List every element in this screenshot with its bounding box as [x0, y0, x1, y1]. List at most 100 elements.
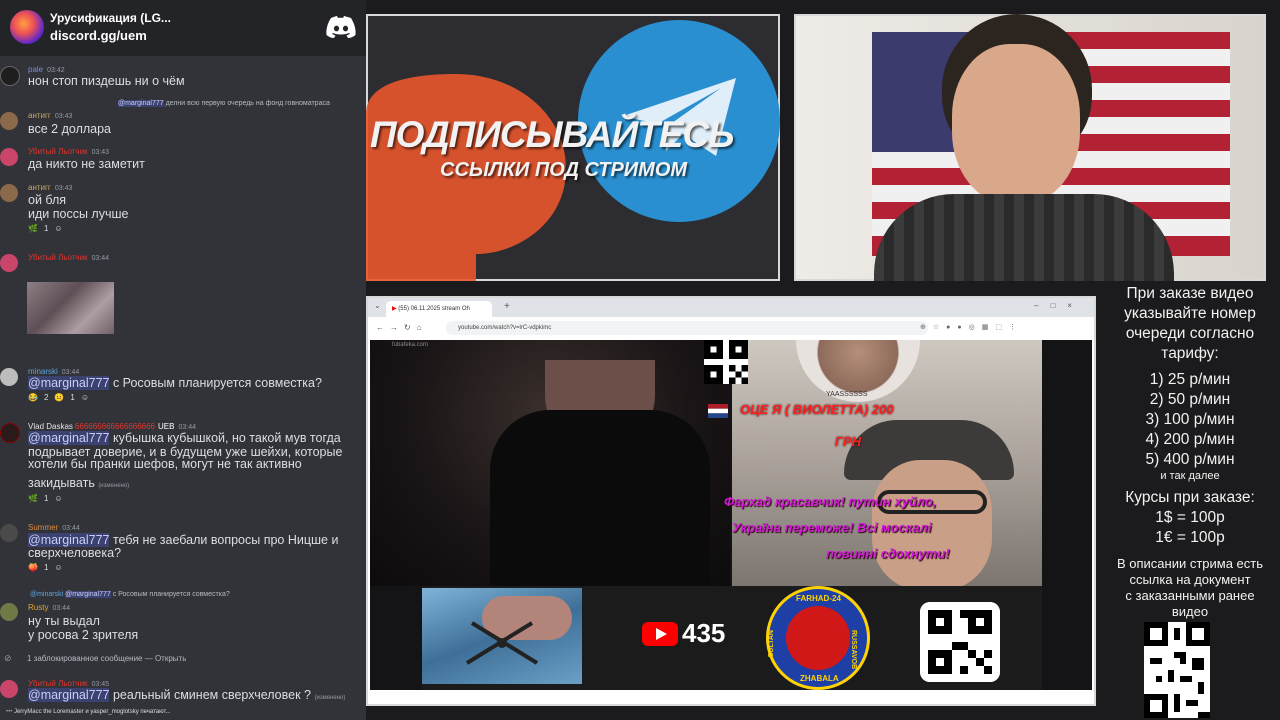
username[interactable]: minarski [28, 367, 58, 376]
reaction-emoji-icon[interactable]: 🌿 [28, 494, 38, 503]
message-body: тебя не заебали вопросы про Ницше и [109, 533, 339, 547]
tariff-1: 1) 25 р/мин [1149, 371, 1231, 388]
donation-message-line-1: Фархад красавчик! путин хуйло, [724, 494, 937, 509]
reply-mention[interactable]: @marginal777 [65, 591, 111, 598]
message-line-3: хотели бы пранки шефов, могут не так акт… [28, 457, 302, 471]
avatar[interactable] [0, 603, 18, 621]
message-line-1: ой бля [28, 193, 67, 207]
new-tab-button[interactable]: + [504, 301, 510, 312]
logo-text-right: RUSSAVOB [850, 630, 857, 670]
mention[interactable]: @marginal777 [28, 533, 110, 547]
video-player[interactable]: fubafeka.com YAASSSSSS ОЦЕ Я ( ВИОЛЕТТА)… [370, 340, 1092, 690]
blocked-text[interactable]: 1 заблокированное сообщение — Открыть [27, 654, 186, 663]
reply-preview[interactable]: @marginal777 делни всю первую очередь на… [118, 100, 330, 107]
discord-chat-panel: Урусификация (LG... discord.gg/uem pale 0… [0, 0, 366, 720]
server-icon[interactable] [10, 10, 44, 44]
mention[interactable]: @marginal777 [28, 431, 110, 445]
rate-eur: 1€ = 100р [1155, 529, 1225, 546]
tariff-4: 4) 200 р/мин [1145, 431, 1235, 448]
tariff-more: и так далее [1160, 470, 1220, 482]
reaction-bar[interactable]: 🌿 1 ☺ [28, 494, 69, 503]
streamer-webcam [794, 14, 1266, 281]
message-line-2: сверхчеловека? [28, 546, 122, 560]
avatar[interactable] [0, 368, 18, 386]
mention[interactable]: @marginal777 [28, 376, 110, 390]
timestamp: 03:44 [62, 525, 80, 532]
reply-user[interactable]: @minarski [30, 591, 63, 598]
username[interactable]: антигг [28, 111, 51, 120]
url-field[interactable]: youtube.com/watch?v=lrC-vdpkimc [446, 321, 928, 335]
qr-code-cat-icon [920, 602, 1000, 682]
youtube-viewer-count: 435 [682, 618, 726, 648]
navigation-icons[interactable]: ←→↻⌂ [376, 323, 428, 332]
scissors-icon [465, 621, 539, 665]
avatar[interactable] [0, 423, 20, 443]
username-suffix: 666666666666666666 [74, 422, 156, 431]
reply-text: с Росовым планируется совместка? [112, 591, 230, 598]
avatar[interactable] [0, 524, 18, 542]
message-line-1: @marginal777 кубышка кубышкой, но такой … [28, 431, 341, 445]
browser-tab[interactable]: ▶ (55) 06.11.2025 stream Oh × [386, 301, 492, 317]
tab-strip: ⌄ ▶ (55) 06.11.2025 stream Oh × + –□× [368, 298, 1094, 317]
timestamp: 03:45 [91, 681, 110, 688]
reaction-count: 2 [43, 393, 49, 402]
typing-dots-icon: ••• [6, 709, 14, 715]
info-intro-3: очереди согласно [1125, 325, 1255, 342]
add-reaction-icon[interactable]: ☺ [54, 494, 62, 503]
timestamp: 03:44 [61, 369, 80, 376]
person-shirt [874, 194, 1174, 281]
user-badge: UEB [158, 422, 175, 431]
reaction-bar[interactable]: 🍑 1 ☺ [28, 563, 69, 572]
window-controls[interactable]: –□× [1034, 301, 1084, 310]
mention[interactable]: @marginal777 [28, 688, 110, 702]
username[interactable]: Vlad Daskas [28, 422, 73, 431]
reaction-emoji-icon[interactable]: 🌿 [28, 224, 38, 233]
username[interactable]: Summer [28, 523, 58, 532]
server-header[interactable]: Урусификация (LG... discord.gg/uem [0, 0, 366, 56]
logo-face-icon [786, 606, 850, 670]
avatar[interactable] [0, 680, 18, 698]
reaction-emoji-icon[interactable]: 😐 [54, 393, 64, 402]
avatar[interactable] [0, 112, 18, 130]
add-reaction-icon[interactable]: ☺ [54, 563, 62, 572]
username[interactable]: Убитый Льотчик [28, 147, 88, 156]
username[interactable]: Убитый Льотчик [28, 679, 88, 688]
reaction-bar[interactable]: 🌿 1 ☺ [28, 224, 69, 233]
username[interactable]: антигг [28, 183, 51, 192]
server-invite-link[interactable]: discord.gg/uem [50, 28, 147, 43]
add-reaction-icon[interactable]: ☺ [54, 224, 62, 233]
video-left-feed: fubafeka.com [370, 340, 730, 590]
message-body: кубышка кубышкой, но такой мув тогда [109, 431, 341, 445]
image-attachment[interactable] [27, 282, 114, 334]
extension-icons[interactable]: ⊕☆●●◎▦⬚⋮ [920, 323, 1023, 331]
message-line-1: ну ты выдал [28, 614, 100, 628]
reaction-count: 1 [43, 224, 49, 233]
reply-preview[interactable]: @minarski @marginal777 с Росовым планиру… [30, 591, 230, 598]
reaction-emoji-icon[interactable]: 😂 [28, 393, 38, 402]
message-text: все 2 доллара [28, 122, 112, 136]
avatar[interactable] [0, 184, 18, 202]
username[interactable]: pale [28, 65, 43, 74]
username[interactable]: Убитый Льотчик [28, 253, 88, 262]
qr-code-icon [704, 340, 748, 384]
reply-mention[interactable]: @marginal777 [118, 100, 164, 107]
add-reaction-icon[interactable]: ☺ [81, 393, 89, 402]
avatar[interactable] [0, 66, 20, 86]
avatar[interactable] [0, 148, 18, 166]
logo-text-top: FARHAD-24 [796, 594, 841, 603]
farhad-logo-badge: FARHAD-24 SULTAN RUSSAVOB ZHABALA [766, 586, 870, 690]
reaction-emoji-icon[interactable]: 🍑 [28, 563, 38, 572]
reply-text: делни всю первую очередь на фонд говнома… [165, 100, 330, 107]
reaction-bar[interactable]: 😂 2 😐 1 ☺ [28, 393, 95, 402]
message-line-2: у росова 2 зрителя [28, 628, 139, 642]
username[interactable]: Rusty [28, 603, 48, 612]
donation-message-line-3: повинні сдохнути! [826, 546, 950, 561]
message-line-1: @marginal777 тебя не заебали вопросы про… [28, 533, 338, 547]
tab-search-icon[interactable]: ⌄ [374, 301, 381, 310]
info-intro-2: указывайте номер [1124, 305, 1256, 322]
avatar[interactable] [0, 254, 18, 272]
reaction-count: 1 [43, 563, 49, 572]
logo-text-bottom: ZHABALA [800, 674, 839, 683]
person-shirt [490, 410, 710, 590]
message-body: реальный сминем сверхчеловек ? [109, 688, 311, 702]
